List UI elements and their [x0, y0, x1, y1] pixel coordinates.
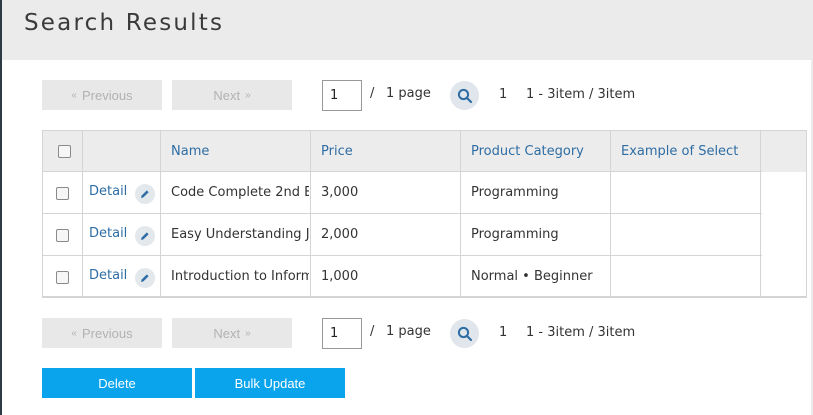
- row-checkbox[interactable]: [56, 271, 69, 284]
- cell-category: Programming: [471, 185, 559, 200]
- page-title: Search Results: [24, 10, 225, 36]
- cell-category: Programming: [471, 227, 559, 242]
- row-checkbox[interactable]: [56, 187, 69, 200]
- previous-button[interactable]: « Previous: [42, 80, 162, 110]
- next-label: Next: [213, 325, 241, 341]
- page-total-label: 1 page: [386, 324, 431, 339]
- cell-name: Code Complete 2nd Edition: [171, 185, 309, 200]
- delete-button[interactable]: Delete: [42, 368, 192, 398]
- edit-button[interactable]: [135, 184, 155, 204]
- item-range-info: 1 - 3item / 3item: [526, 87, 636, 102]
- detail-link[interactable]: Detail: [89, 268, 127, 283]
- page-total-label: 1 page: [386, 86, 431, 101]
- results-table: Name Price Product Category Example of S…: [42, 130, 807, 298]
- pager-bottom: « Previous Next » 1 / 1 page 1 1 - 3item…: [42, 318, 662, 350]
- column-header-price: Price: [321, 144, 353, 159]
- item-range-info: 1 - 3item / 3item: [526, 325, 636, 340]
- bulk-update-button[interactable]: Bulk Update: [195, 368, 345, 398]
- row-checkbox[interactable]: [56, 229, 69, 242]
- table-header: Name Price Product Category Example of S…: [43, 131, 806, 172]
- search-icon: [457, 88, 472, 103]
- column-header-name: Name: [171, 144, 210, 159]
- edit-button[interactable]: [135, 268, 155, 288]
- previous-label: Previous: [81, 325, 133, 341]
- pager-top: « Previous Next » 1 / 1 page 1 1 - 3item…: [42, 80, 662, 112]
- detail-link[interactable]: Detail: [89, 226, 127, 241]
- next-arrow-icon: »: [245, 89, 251, 101]
- pencil-icon: [141, 274, 149, 282]
- cell-price: 1,000: [321, 269, 359, 284]
- previous-button[interactable]: « Previous: [42, 318, 162, 348]
- previous-arrow-icon: «: [71, 89, 77, 101]
- current-page-number: 1: [499, 325, 508, 340]
- pencil-icon: [141, 232, 149, 240]
- page-header: Search Results: [2, 0, 811, 60]
- cell-name: Introduction to Information: [171, 269, 309, 284]
- page-separator: /: [370, 324, 375, 339]
- cell-price: 3,000: [321, 185, 359, 200]
- detail-link[interactable]: Detail: [89, 184, 127, 199]
- table-row: Detail Code Complete 2nd Edition 3,000 P…: [43, 171, 762, 213]
- page-separator: /: [370, 86, 375, 101]
- left-edge-strip: [0, 0, 2, 415]
- next-button[interactable]: Next »: [172, 80, 292, 110]
- table-row: Detail Easy Understanding Java 2,000 Pro…: [43, 213, 762, 255]
- cell-name: Easy Understanding Java: [171, 227, 309, 242]
- current-page-number: 1: [499, 87, 508, 102]
- cell-category: Normal • Beginner: [471, 269, 593, 284]
- select-all-checkbox[interactable]: [58, 145, 71, 158]
- previous-arrow-icon: «: [71, 327, 77, 339]
- cell-price: 2,000: [321, 227, 359, 242]
- previous-label: Previous: [81, 87, 133, 103]
- page-search-button[interactable]: [450, 81, 479, 110]
- search-icon: [457, 326, 472, 341]
- table-row: Detail Introduction to Information 1,000…: [43, 255, 762, 297]
- edit-button[interactable]: [135, 226, 155, 246]
- column-header-category: Product Category: [471, 144, 584, 159]
- page-number-input[interactable]: 1: [322, 318, 362, 349]
- page-search-button[interactable]: [450, 319, 479, 348]
- page-number-input[interactable]: 1: [322, 80, 362, 111]
- next-label: Next: [213, 87, 241, 103]
- pencil-icon: [141, 190, 149, 198]
- next-button[interactable]: Next »: [172, 318, 292, 348]
- column-header-select: Example of Select: [621, 144, 739, 159]
- table-bottom-border: [43, 296, 806, 297]
- next-arrow-icon: »: [245, 327, 251, 339]
